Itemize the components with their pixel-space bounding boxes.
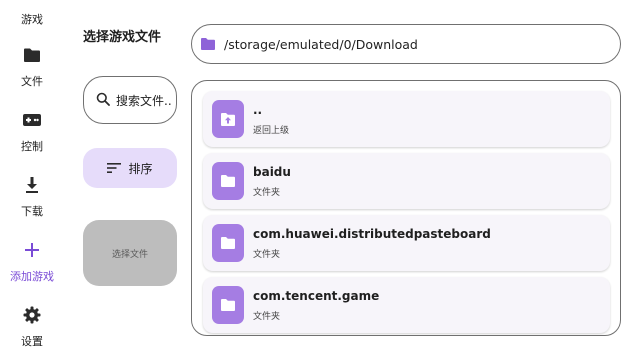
nav-item-label: 控制	[21, 140, 43, 153]
search-icon	[96, 91, 110, 110]
list-item-parent[interactable]: .. 返回上级	[203, 91, 610, 147]
current-path: /storage/emulated/0/Download	[224, 36, 418, 52]
list-item[interactable]: baidu 文件夹	[203, 153, 610, 209]
file-list: .. 返回上级 baidu 文件夹 com.huawei.distributed…	[191, 80, 621, 336]
folder-icon	[212, 224, 244, 262]
download-icon	[22, 175, 42, 195]
folder-up-icon	[212, 100, 244, 138]
sort-icon	[107, 159, 122, 178]
file-name: ..	[253, 102, 263, 117]
file-subtitle: 文件夹	[253, 187, 281, 198]
nav-item-games[interactable]: 游戏	[0, 11, 64, 27]
nav-item-add-game[interactable]: 添加游戏	[0, 240, 64, 284]
file-subtitle: 文件夹	[253, 249, 281, 260]
list-item[interactable]: com.tencent.game 文件夹	[203, 277, 610, 333]
nav-item-label: 添加游戏	[10, 270, 54, 283]
file-subtitle: 文件夹	[253, 311, 281, 322]
file-subtitle: 返回上级	[253, 125, 290, 136]
select-file-label: 选择文件	[111, 249, 148, 260]
nav-item-label: 下载	[21, 205, 43, 218]
sort-label: 排序	[128, 161, 153, 176]
search-button[interactable]: 搜索文件..	[83, 76, 177, 124]
path-bar[interactable]: /storage/emulated/0/Download	[191, 24, 621, 64]
file-name: com.huawei.distributedpasteboard	[253, 226, 491, 241]
folder-icon	[212, 286, 244, 324]
nav-item-label: 文件	[21, 75, 43, 88]
nav-item-settings[interactable]: 设置	[0, 305, 64, 349]
nav-item-downloads[interactable]: 下载	[0, 175, 64, 219]
folder-icon	[22, 45, 42, 65]
file-name: com.tencent.game	[253, 288, 380, 303]
select-file-button[interactable]: 选择文件	[83, 220, 177, 286]
controller-icon	[22, 110, 42, 130]
nav-item-controls[interactable]: 控制	[0, 110, 64, 154]
search-label: 搜索文件..	[116, 93, 172, 108]
page-title: 选择游戏文件	[83, 30, 162, 45]
nav-rail: 游戏 文件 控制 下载 添加游戏 设置	[0, 0, 64, 360]
plus-icon	[22, 240, 42, 260]
nav-item-label: 设置	[21, 335, 43, 348]
nav-item-files[interactable]: 文件	[0, 45, 64, 89]
file-name: baidu	[253, 164, 291, 179]
list-item[interactable]: com.huawei.distributedpasteboard 文件夹	[203, 215, 610, 271]
sort-button[interactable]: 排序	[83, 148, 177, 188]
folder-icon	[212, 162, 244, 200]
gear-icon	[22, 305, 42, 325]
folder-icon	[200, 36, 216, 52]
nav-item-label: 游戏	[21, 13, 43, 26]
